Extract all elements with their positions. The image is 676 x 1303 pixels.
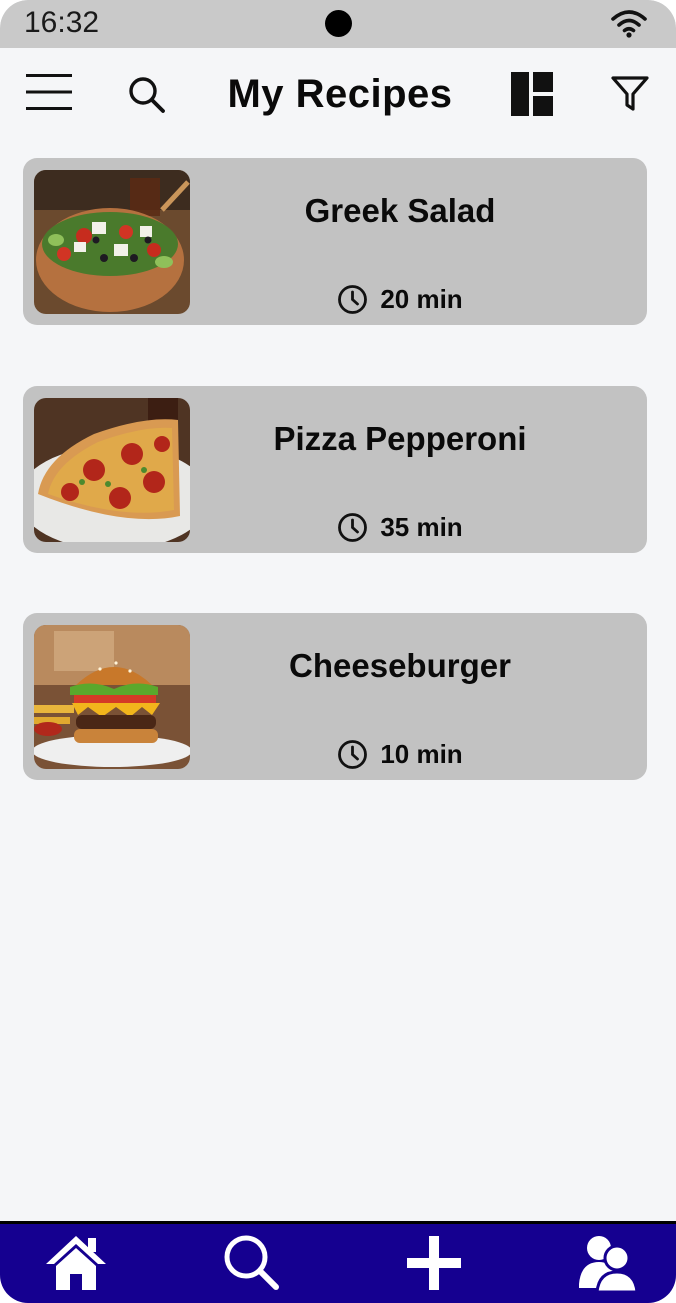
recipe-time-text: 10 min — [380, 739, 463, 769]
recipe-time-text: 35 min — [380, 512, 463, 542]
search-icon[interactable] — [126, 74, 168, 116]
wifi-icon — [611, 10, 647, 38]
recipe-name: Cheeseburger — [289, 647, 511, 684]
bottom-nav — [0, 1221, 676, 1303]
search-icon[interactable] — [220, 1232, 284, 1294]
phone-screen: 16:32 My Recipes Greek Salad 20 min Pizz… — [0, 0, 676, 1303]
recipe-card-pizza-pepperoni[interactable]: Pizza Pepperoni 35 min — [23, 386, 647, 553]
filter-icon[interactable] — [610, 74, 650, 114]
recipe-time: 20 min — [193, 284, 607, 315]
clock-icon — [338, 740, 368, 769]
recipe-name: Pizza Pepperoni — [273, 420, 527, 457]
recipe-time: 10 min — [193, 739, 607, 770]
cheeseburger-photo — [34, 625, 190, 769]
recipe-time-text: 20 min — [380, 284, 463, 314]
greek-salad-photo — [34, 170, 190, 314]
recipe-card-cheeseburger[interactable]: Cheeseburger 10 min — [23, 613, 647, 780]
hamburger-menu-icon[interactable] — [26, 72, 72, 112]
add-icon[interactable] — [402, 1232, 466, 1294]
clock-icon — [338, 513, 368, 542]
profile-icon[interactable] — [575, 1232, 639, 1294]
recipe-time: 35 min — [193, 512, 607, 543]
app-bar: My Recipes — [0, 48, 676, 144]
status-time: 16:32 — [24, 6, 100, 39]
status-bar: 16:32 — [0, 0, 676, 48]
front-camera — [325, 10, 352, 37]
pizza-slice-photo — [34, 398, 190, 542]
recipe-card-greek-salad[interactable]: Greek Salad 20 min — [23, 158, 647, 325]
page-title: My Recipes — [227, 72, 453, 116]
recipe-name: Greek Salad — [304, 192, 496, 229]
grid-layout-icon[interactable] — [511, 72, 553, 116]
clock-icon — [338, 285, 368, 314]
home-icon[interactable] — [44, 1232, 108, 1294]
